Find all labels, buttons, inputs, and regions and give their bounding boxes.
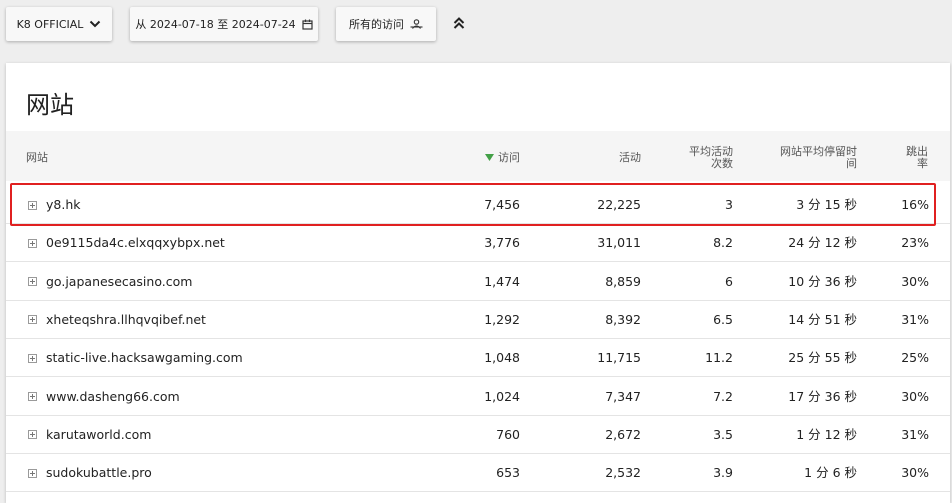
cell-avg-time: 25 分 55 秒 bbox=[788, 350, 857, 366]
sort-desc-icon bbox=[485, 154, 494, 161]
cell-site: karutaworld.com bbox=[28, 416, 151, 454]
expand-row-icon[interactable] bbox=[28, 430, 37, 440]
site-name: www.dasheng66.com bbox=[46, 388, 180, 404]
expand-row-icon[interactable] bbox=[28, 238, 37, 248]
site-name: go.japanesecasino.com bbox=[46, 273, 193, 289]
site-name: sudokubattle.pro bbox=[46, 465, 152, 481]
cell-visits: 1,292 bbox=[484, 311, 520, 327]
calendar-icon bbox=[302, 19, 313, 30]
column-header-visits[interactable]: 访问 bbox=[485, 152, 520, 164]
segment-button[interactable]: 所有的访问 bbox=[336, 7, 436, 41]
table-row[interactable]: go.japanesecasino.com 1,474 8,859 6 10 分 36 … bbox=[6, 263, 950, 301]
column-header-avg-time[interactable]: 网站平均停留时 间 bbox=[780, 146, 857, 170]
site-selector-button[interactable]: K8 OFFICIAL bbox=[6, 7, 112, 41]
cell-actions: 2,532 bbox=[605, 465, 641, 481]
cell-avg-actions: 6 bbox=[725, 273, 733, 289]
cell-avg-time: 10 分 36 秒 bbox=[788, 273, 857, 289]
site-name: xheteqshra.llhqvqibef.net bbox=[46, 311, 206, 327]
site-selector-label: K8 OFFICIAL bbox=[16, 17, 84, 31]
cell-bounce-rate: 31% bbox=[901, 426, 929, 442]
cell-visits: 1,024 bbox=[484, 388, 520, 404]
cell-site: www.dasheng66.com bbox=[28, 378, 180, 416]
table-row[interactable]: karutaworld.com 760 2,672 3.5 1 分 12 秒 31% bbox=[6, 416, 950, 454]
expand-row-icon[interactable] bbox=[28, 200, 37, 210]
table-row[interactable]: xheteqshra.llhqvqibef.net 1,292 8,392 6.5 14… bbox=[6, 301, 950, 339]
cell-bounce-rate: 25% bbox=[901, 350, 929, 366]
table-row[interactable]: sudokubattle.pro 653 2,532 3.9 1 分 6 秒 30% bbox=[6, 454, 950, 493]
expand-row-icon[interactable] bbox=[28, 277, 37, 287]
column-header-bounce-rate[interactable]: 跳出 率 bbox=[906, 146, 928, 170]
cell-bounce-rate: 31% bbox=[901, 311, 929, 327]
cell-avg-time: 14 分 51 秒 bbox=[788, 311, 857, 327]
cell-actions: 22,225 bbox=[597, 197, 641, 212]
segment-users-icon bbox=[410, 19, 423, 29]
cell-site: xheteqshra.llhqvqibef.net bbox=[28, 301, 206, 339]
cell-visits: 760 bbox=[496, 426, 520, 442]
table-header: 网站 访问 活动 平均活动 次数 网站平均停留时 间 跳出 率 bbox=[6, 131, 950, 181]
cell-bounce-rate: 16% bbox=[901, 197, 929, 212]
cell-actions: 8,859 bbox=[605, 273, 641, 289]
expand-row-icon[interactable] bbox=[28, 315, 37, 325]
cell-site: 0e9115da4c.elxqqxybpx.net bbox=[28, 224, 225, 262]
cell-visits: 7,456 bbox=[484, 197, 520, 212]
site-name: 0e9115da4c.elxqqxybpx.net bbox=[46, 235, 225, 251]
cell-site: y8.hk bbox=[28, 186, 81, 224]
table-row[interactable]: www.dasheng66.com 1,024 7,347 7.2 17 分 36 秒 3… bbox=[6, 378, 950, 416]
double-chevron-up-icon bbox=[453, 17, 465, 29]
table-row[interactable]: y8.hk 7,456 22,225 3 3 分 15 秒 16% bbox=[6, 186, 950, 224]
cell-avg-time: 24 分 12 秒 bbox=[788, 235, 857, 251]
cell-bounce-rate: 30% bbox=[901, 388, 929, 404]
site-name: karutaworld.com bbox=[46, 426, 152, 442]
cell-visits: 1,048 bbox=[484, 350, 520, 366]
table-row[interactable]: 0e9115da4c.elxqqxybpx.net 3,776 31,011 8.2 2… bbox=[6, 224, 950, 263]
cell-avg-actions: 6.5 bbox=[713, 311, 733, 327]
table-row[interactable]: static-live.hacksawgaming.com 1,048 11,715… bbox=[6, 339, 950, 378]
cell-site: go.japanesecasino.com bbox=[28, 263, 192, 301]
cell-actions: 31,011 bbox=[597, 235, 641, 251]
segment-label: 所有的访问 bbox=[349, 18, 404, 31]
cell-actions: 7,347 bbox=[605, 388, 641, 404]
column-header-avg-actions[interactable]: 平均活动 次数 bbox=[689, 146, 733, 170]
cell-avg-actions: 11.2 bbox=[705, 350, 733, 366]
chevron-down-icon bbox=[90, 20, 101, 28]
cell-actions: 2,672 bbox=[605, 426, 641, 442]
cell-avg-time: 1 分 12 秒 bbox=[796, 426, 857, 442]
card-title: 网站 bbox=[26, 91, 74, 119]
cell-site: static-live.hacksawgaming.com bbox=[28, 339, 243, 377]
column-header-site[interactable]: 网站 bbox=[26, 152, 48, 164]
date-range-button[interactable]: 从 2024-07-18 至 2024-07-24 bbox=[130, 7, 318, 41]
column-header-actions[interactable]: 活动 bbox=[619, 152, 641, 164]
websites-report-card: 网站 网站 访问 活动 平均活动 次数 网站平均停留时 间 跳出 率 y8.hk… bbox=[6, 63, 950, 503]
collapse-toolbar-button[interactable] bbox=[448, 12, 470, 34]
cell-site: sudokubattle.pro bbox=[28, 454, 152, 492]
cell-avg-time: 3 分 15 秒 bbox=[796, 197, 857, 212]
cell-bounce-rate: 30% bbox=[901, 465, 929, 481]
site-name: static-live.hacksawgaming.com bbox=[46, 350, 243, 366]
site-name: y8.hk bbox=[46, 197, 81, 212]
cell-avg-actions: 3 bbox=[725, 197, 733, 212]
cell-bounce-rate: 23% bbox=[901, 235, 929, 251]
cell-avg-time: 17 分 36 秒 bbox=[788, 388, 857, 404]
cell-visits: 1,474 bbox=[484, 273, 520, 289]
cell-visits: 653 bbox=[496, 465, 520, 481]
toolbar: K8 OFFICIAL 从 2024-07-18 至 2024-07-24 所有… bbox=[0, 0, 952, 56]
cell-avg-actions: 3.9 bbox=[713, 465, 733, 481]
expand-row-icon[interactable] bbox=[28, 392, 37, 401]
cell-actions: 11,715 bbox=[597, 350, 641, 366]
cell-avg-actions: 7.2 bbox=[713, 388, 733, 404]
expand-row-icon[interactable] bbox=[28, 353, 37, 363]
cell-visits: 3,776 bbox=[484, 235, 520, 251]
cell-avg-time: 1 分 6 秒 bbox=[804, 465, 857, 481]
cell-actions: 8,392 bbox=[605, 311, 641, 327]
date-range-label: 从 2024-07-18 至 2024-07-24 bbox=[135, 18, 296, 31]
expand-row-icon[interactable] bbox=[28, 468, 37, 478]
cell-avg-actions: 3.5 bbox=[713, 426, 733, 442]
cell-avg-actions: 8.2 bbox=[713, 235, 733, 251]
cell-bounce-rate: 30% bbox=[901, 273, 929, 289]
